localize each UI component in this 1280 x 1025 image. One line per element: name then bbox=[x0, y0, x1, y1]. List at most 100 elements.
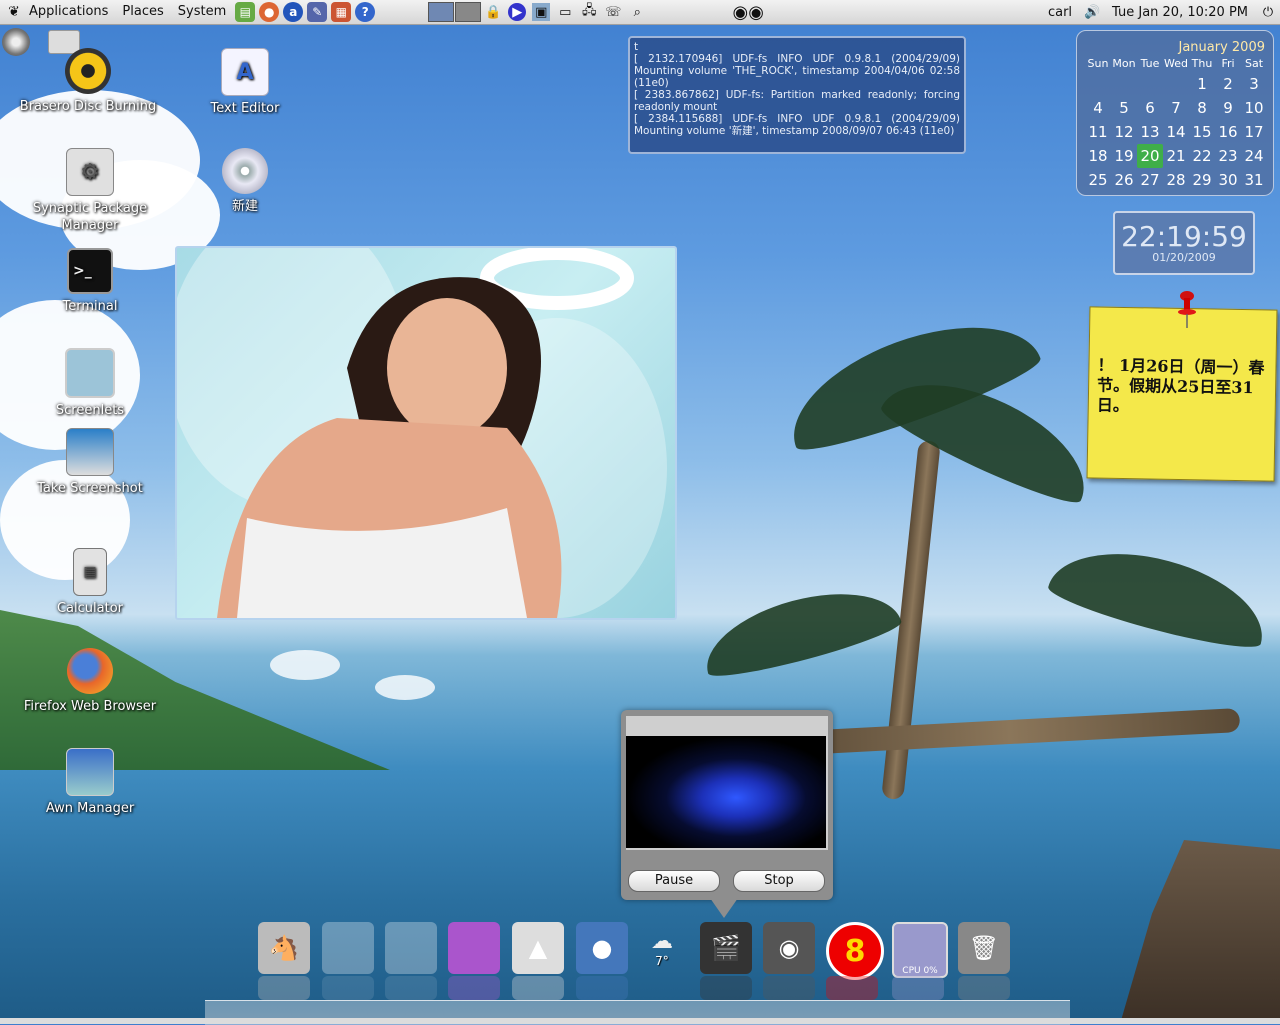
calendar-day[interactable]: 19 bbox=[1111, 144, 1137, 168]
calendar-day[interactable]: 29 bbox=[1189, 168, 1215, 192]
search-icon[interactable]: ⌕ bbox=[628, 3, 646, 21]
desktop-icon-text-editor[interactable]: A Text Editor bbox=[175, 48, 315, 117]
desktop-icon-label: Text Editor bbox=[210, 101, 280, 116]
badge-icon[interactable]: 8 bbox=[826, 922, 884, 980]
desktop-icon-brasero[interactable]: Brasero Disc Burning bbox=[18, 48, 158, 115]
desktop-icon-synaptic[interactable]: ⚙ Synaptic Package Manager bbox=[20, 148, 160, 234]
firewall-icon[interactable]: ▦ bbox=[331, 2, 352, 22]
help-icon[interactable]: ? bbox=[355, 2, 376, 22]
power-icon[interactable]: ⏻ bbox=[1259, 3, 1277, 21]
calendar-day[interactable]: 1 bbox=[1189, 72, 1215, 96]
dock-reflection bbox=[700, 976, 752, 1000]
video-screen bbox=[626, 716, 828, 850]
desktop-icon-terminal[interactable]: >_ Terminal bbox=[20, 248, 160, 315]
calendar-day[interactable]: 17 bbox=[1241, 120, 1267, 144]
cpu-monitor-icon[interactable]: CPU 0% bbox=[892, 922, 948, 978]
calendar-day-today[interactable]: 20 bbox=[1137, 144, 1163, 168]
calendar-dow: Thu bbox=[1191, 57, 1213, 70]
calendar-day[interactable]: 11 bbox=[1085, 120, 1111, 144]
desktop-icon-awn-manager[interactable]: Awn Manager bbox=[20, 748, 160, 817]
calendar-day[interactable]: 21 bbox=[1163, 144, 1189, 168]
calendar-day[interactable]: 2 bbox=[1215, 72, 1241, 96]
calendar-day[interactable]: 10 bbox=[1241, 96, 1267, 120]
calendar-day[interactable]: 7 bbox=[1163, 96, 1189, 120]
media-player-popup: Pause Stop bbox=[621, 710, 833, 900]
calendar-day[interactable]: 12 bbox=[1111, 120, 1137, 144]
wallpaper-icon[interactable] bbox=[448, 922, 500, 974]
calendar-day[interactable]: 24 bbox=[1241, 144, 1267, 168]
network-icon[interactable]: 🖧 bbox=[580, 3, 598, 21]
media-icon[interactable]: 🎬 bbox=[700, 922, 752, 974]
image-viewer-icon[interactable]: ▣ bbox=[532, 3, 551, 21]
video-frame bbox=[626, 736, 826, 848]
menu-applications[interactable]: Applications bbox=[22, 0, 115, 24]
calendar-dow: Mon bbox=[1112, 57, 1136, 70]
calendar-day[interactable]: 4 bbox=[1085, 96, 1111, 120]
desktop-icon-screenshot[interactable]: Take Screenshot bbox=[20, 428, 160, 497]
gnome-foot-icon[interactable]: ❦ bbox=[6, 4, 22, 20]
calendar-dow: Fri bbox=[1221, 57, 1235, 70]
weather-icon[interactable]: ☁ 7° bbox=[636, 922, 688, 974]
trash-glyph: 🗑 bbox=[968, 934, 1000, 962]
calendar-day[interactable]: 5 bbox=[1111, 96, 1137, 120]
dock-reflection bbox=[258, 976, 310, 1000]
phone-icon[interactable]: ☏ bbox=[604, 3, 622, 21]
sticky-note[interactable]: ！ 1月26日（周一）春节。假期从25日至31日。 bbox=[1086, 306, 1278, 482]
calendar-day[interactable]: 25 bbox=[1085, 168, 1111, 192]
mountain-icon[interactable]: ▲ bbox=[512, 922, 564, 974]
scanner-icon[interactable]: ▭ bbox=[556, 3, 574, 21]
globe-icon[interactable]: ● bbox=[576, 922, 628, 974]
speaker-icon[interactable]: ◉ bbox=[763, 922, 815, 974]
photo-frame-widget[interactable] bbox=[175, 246, 677, 620]
trash-icon[interactable]: 🗑 bbox=[958, 922, 1010, 974]
editor-icon[interactable]: ✎ bbox=[307, 2, 328, 22]
desktop-icon-screenlets[interactable]: Screenlets bbox=[20, 348, 160, 419]
username[interactable]: carl bbox=[1040, 5, 1080, 20]
desktop-icon-label: Screenlets bbox=[55, 403, 125, 418]
menu-system[interactable]: System bbox=[171, 0, 233, 24]
calendar-day[interactable]: 31 bbox=[1241, 168, 1267, 192]
calendar-day[interactable]: 14 bbox=[1163, 120, 1189, 144]
desktop-icon-label: Brasero Disc Burning bbox=[19, 99, 157, 114]
calendar-day[interactable]: 3 bbox=[1241, 72, 1267, 96]
sticky-note-text[interactable]: ！ 1月26日（周一）春节。假期从25日至31日。 bbox=[1097, 356, 1268, 419]
volume-icon[interactable]: 🔊 bbox=[1083, 3, 1101, 21]
calendar-day[interactable]: 8 bbox=[1189, 96, 1215, 120]
log-line: [ 2132.170946] UDF-fs INFO UDF 0.9.8.1 (… bbox=[634, 53, 960, 89]
calendar-day[interactable]: 18 bbox=[1085, 144, 1111, 168]
lock-icon[interactable]: 🔒 bbox=[484, 3, 502, 21]
desktop-icon-calculator[interactable]: ▦ Calculator bbox=[20, 548, 160, 617]
awn-manager-icon bbox=[66, 748, 114, 796]
books-icon[interactable]: ▤ bbox=[235, 2, 256, 22]
stop-button[interactable]: Stop bbox=[733, 870, 825, 892]
workspace-1[interactable] bbox=[428, 2, 455, 22]
calendar-day[interactable]: 15 bbox=[1189, 120, 1215, 144]
calendar-day[interactable]: 9 bbox=[1215, 96, 1241, 120]
empty-slot-icon[interactable] bbox=[322, 922, 374, 974]
calendar-day[interactable]: 22 bbox=[1189, 144, 1215, 168]
empty-slot-icon[interactable] bbox=[385, 922, 437, 974]
calendar-day[interactable]: 6 bbox=[1137, 96, 1163, 120]
calendar-day[interactable]: 26 bbox=[1111, 168, 1137, 192]
calendar-day[interactable]: 13 bbox=[1137, 120, 1163, 144]
browser-a-icon[interactable]: a bbox=[283, 2, 304, 22]
calendar-day[interactable]: 16 bbox=[1215, 120, 1241, 144]
menu-places[interactable]: Places bbox=[115, 0, 170, 24]
dock-reflection bbox=[385, 976, 437, 1000]
play-icon[interactable]: ▶ bbox=[508, 3, 527, 21]
calendar-day[interactable]: 27 bbox=[1137, 168, 1163, 192]
desktop-icon-label: Firefox Web Browser bbox=[23, 699, 157, 714]
desktop-icon-cd[interactable]: 新建 bbox=[175, 148, 315, 215]
calendar-widget[interactable]: January 2009 Sun Mon Tue Wed Thu Fri Sat 1 2 3 4 5 6… bbox=[1076, 30, 1274, 196]
donkey-icon[interactable]: 🐴 bbox=[258, 922, 310, 974]
workspace-2[interactable] bbox=[455, 2, 482, 22]
calendar-day[interactable]: 30 bbox=[1215, 168, 1241, 192]
calendar-day[interactable]: 28 bbox=[1163, 168, 1189, 192]
clock-widget[interactable]: 22:19:59 01/20/2009 bbox=[1113, 211, 1255, 275]
calendar-day[interactable]: 23 bbox=[1215, 144, 1241, 168]
package-icon: ⚙ bbox=[66, 148, 114, 196]
panel-clock[interactable]: Tue Jan 20, 10:20 PM bbox=[1104, 5, 1256, 20]
pause-button[interactable]: Pause bbox=[628, 870, 720, 892]
desktop-icon-firefox[interactable]: Firefox Web Browser bbox=[20, 648, 160, 715]
firefox-launcher-icon[interactable]: ● bbox=[259, 2, 280, 22]
